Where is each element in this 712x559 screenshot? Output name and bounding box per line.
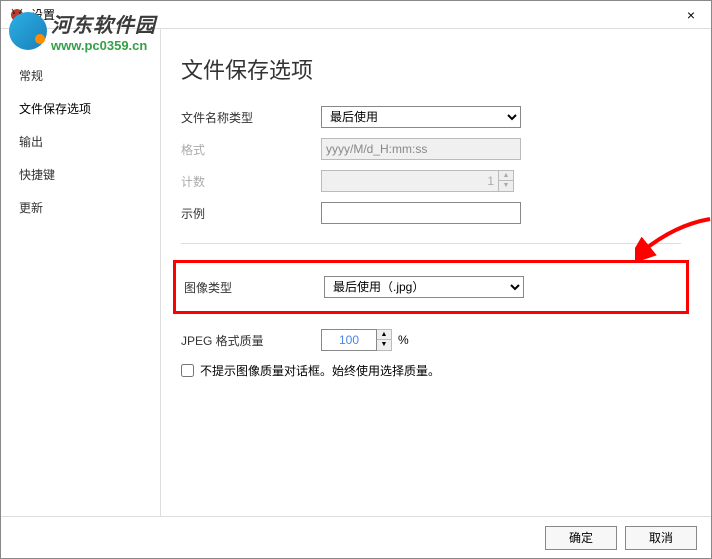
- count-down-icon: ▼: [499, 181, 513, 191]
- sidebar-item-file-save[interactable]: 文件保存选项: [1, 92, 160, 125]
- jpeg-down-icon[interactable]: ▼: [377, 340, 391, 350]
- filename-type-select[interactable]: 最后使用: [321, 106, 521, 128]
- count-label: 计数: [181, 173, 321, 190]
- jpeg-quality-input[interactable]: [321, 329, 377, 351]
- sidebar-item-general[interactable]: 常规: [1, 59, 160, 92]
- suppress-dialog-label: 不提示图像质量对话框。始终使用选择质量。: [200, 362, 440, 379]
- titlebar: 设置 ×: [1, 1, 711, 29]
- jpeg-quality-spinner[interactable]: ▲ ▼: [321, 329, 392, 351]
- filename-type-label: 文件名称类型: [181, 109, 321, 126]
- image-type-label: 图像类型: [184, 279, 324, 296]
- count-up-icon: ▲: [499, 171, 513, 181]
- count-input: [321, 170, 499, 192]
- close-button[interactable]: ×: [671, 1, 711, 29]
- content-panel: 文件保存选项 文件名称类型 最后使用 格式 计数 ▲ ▼ 示例: [161, 29, 711, 516]
- divider: [181, 243, 681, 244]
- page-title: 文件保存选项: [181, 53, 681, 85]
- example-label: 示例: [181, 205, 321, 222]
- annotation-arrow-icon: [635, 213, 712, 263]
- app-icon: [9, 7, 25, 23]
- format-label: 格式: [181, 141, 321, 158]
- image-type-select[interactable]: 最后使用（.jpg）: [324, 276, 524, 298]
- sidebar-item-shortcut[interactable]: 快捷键: [1, 158, 160, 191]
- ok-button[interactable]: 确定: [545, 526, 617, 550]
- sidebar-item-update[interactable]: 更新: [1, 191, 160, 224]
- example-input[interactable]: [321, 202, 521, 224]
- format-input: [321, 138, 521, 160]
- jpeg-up-icon[interactable]: ▲: [377, 330, 391, 340]
- cancel-button[interactable]: 取消: [625, 526, 697, 550]
- sidebar: 常规 文件保存选项 输出 快捷键 更新: [1, 29, 161, 516]
- jpeg-quality-label: JPEG 格式质量: [181, 332, 321, 349]
- jpeg-quality-unit: %: [398, 333, 409, 347]
- highlight-box: 图像类型 最后使用（.jpg）: [173, 260, 689, 314]
- count-spinner: ▲ ▼: [321, 170, 514, 192]
- footer: 确定 取消: [1, 516, 711, 558]
- sidebar-item-output[interactable]: 输出: [1, 125, 160, 158]
- window-title: 设置: [31, 6, 671, 23]
- suppress-dialog-checkbox[interactable]: [181, 364, 194, 377]
